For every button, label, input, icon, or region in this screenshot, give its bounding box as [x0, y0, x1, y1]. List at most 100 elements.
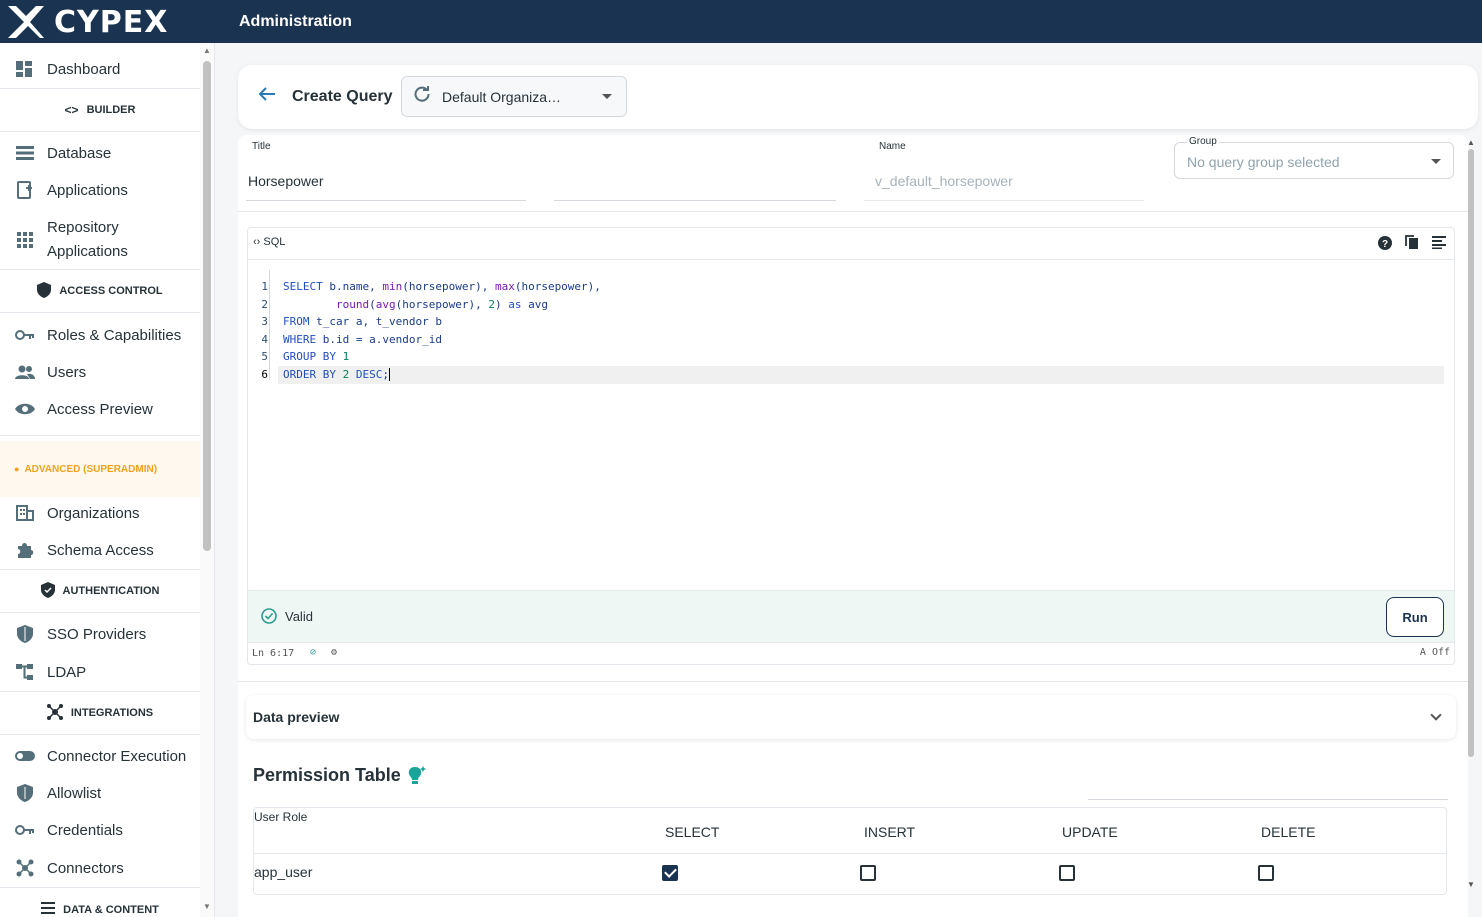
help-icon[interactable]: ? — [1377, 235, 1392, 250]
scrollbar-thumb[interactable] — [203, 61, 211, 551]
sidebar-item-organizations[interactable]: Organizations — [0, 501, 200, 525]
check-icon[interactable]: ⊘ — [310, 647, 316, 658]
settings-icon[interactable]: ⚙ — [331, 647, 337, 658]
user-role-header: User Role — [254, 810, 308, 824]
name-underline — [864, 200, 1144, 201]
section-access-control: ACCESS CONTROL — [0, 269, 200, 313]
editor-header: ‹› SQL ? — [248, 228, 1454, 260]
section-label: BUILDER — [86, 104, 136, 116]
code-line: 3 FROM t_car a, t_vendor b — [248, 313, 1454, 331]
section-authentication: AUTHENTICATION — [0, 569, 200, 613]
insert-checkbox[interactable] — [860, 865, 876, 881]
content-scrollbar[interactable]: ▲ ▼ — [1464, 135, 1478, 895]
name-field: Name v_default_horsepower — [858, 141, 1148, 203]
main-area: Create Query Default Organiza… Title Hor… — [216, 43, 1482, 917]
sidebar-item-label: Allowlist — [47, 784, 102, 802]
valid-label: Valid — [285, 608, 313, 624]
group-select[interactable]: Group No query group selected — [1174, 136, 1454, 179]
sql-editor[interactable]: ‹› SQL ? 1 SELECT b.name, min(horsepower)… — [247, 227, 1455, 665]
sidebar-item-credentials[interactable]: Credentials — [0, 818, 200, 842]
sidebar-item-label: Credentials — [47, 821, 123, 839]
update-checkbox[interactable] — [1059, 865, 1075, 881]
hub-icon — [46, 703, 63, 723]
sidebar-item-label: Applications — [47, 243, 128, 260]
sidebar-item-sso[interactable]: SSO Providers — [0, 622, 200, 646]
scroll-up-icon[interactable]: ▲ — [203, 46, 211, 55]
section-integrations: INTEGRATIONS — [0, 691, 200, 735]
sidebar-item-allowlist[interactable]: Allowlist — [0, 781, 200, 805]
sidebar-item-connector-execution[interactable]: Connector Execution — [0, 744, 200, 768]
sidebar-item-label: Roles & Capabilities — [47, 326, 182, 344]
delete-checkbox[interactable] — [1258, 865, 1274, 881]
column-header-insert: INSERT — [864, 824, 916, 840]
code-area[interactable]: 1 SELECT b.name, min(horsepower), max(hor… — [248, 278, 1454, 384]
scroll-up-icon[interactable]: ▲ — [1467, 138, 1475, 147]
sidebar-item-applications[interactable]: Applications — [0, 178, 200, 202]
organization-value: Default Organiza… — [442, 88, 562, 105]
back-arrow-icon[interactable] — [258, 85, 276, 108]
chevron-down-icon[interactable] — [1430, 709, 1442, 721]
refresh-icon[interactable] — [414, 86, 430, 107]
data-preview-panel[interactable]: Data preview — [246, 695, 1456, 739]
sidebar-item-database[interactable]: Database — [0, 141, 200, 165]
sidebar-item-ldap[interactable]: LDAP — [0, 660, 200, 684]
list-icon — [41, 902, 56, 917]
sidebar-item-repository-applications[interactable]: Repository Applications — [0, 215, 200, 265]
grid-icon — [14, 231, 36, 249]
cursor-position: Ln 6:17 — [252, 648, 295, 659]
sql-tag: ‹› SQL — [253, 236, 285, 248]
text-icon: A — [1419, 647, 1432, 658]
sidebar-item-label: Users — [47, 363, 87, 381]
puzzle-icon — [14, 541, 36, 559]
empty-field[interactable] — [546, 141, 836, 203]
data-preview-title: Data preview — [253, 709, 340, 725]
line-number: 6 — [261, 367, 268, 381]
application-icon — [14, 181, 36, 199]
eye-icon — [14, 400, 36, 418]
sidebar-item-label: Repository — [47, 219, 119, 236]
scroll-down-icon[interactable]: ▼ — [203, 902, 211, 911]
check-circle-icon — [261, 608, 277, 624]
code-line-current: 6 ORDER BY 2 DESC; — [261, 365, 1444, 384]
format-icon[interactable] — [1431, 235, 1446, 250]
code-line: 2 round(avg(horsepower), 2) as avg — [248, 296, 1454, 314]
lightbulb-icon[interactable] — [406, 764, 428, 791]
code-line: 5 GROUP BY 1 — [248, 348, 1454, 366]
users-icon — [14, 363, 36, 381]
organization-select[interactable]: Default Organiza… — [401, 76, 627, 117]
copy-icon[interactable] — [1404, 235, 1419, 250]
scrollbar-thumb[interactable] — [1468, 149, 1474, 757]
section-advanced: ● ADVANCED (SUPERADMIN) — [0, 441, 200, 497]
section-label: AUTHENTICATION — [62, 585, 160, 597]
toggle-icon — [14, 747, 36, 765]
sidebar-item-roles[interactable]: Roles & Capabilities — [0, 323, 200, 347]
code-icon: <> — [64, 103, 79, 117]
sidebar-item-label: SSO Providers — [47, 625, 147, 643]
title-value[interactable]: Horsepower — [248, 173, 323, 189]
autocomplete-toggle[interactable]: A Off — [1420, 647, 1450, 658]
sql-tag-label: SQL — [263, 236, 286, 248]
sidebar-item-label: LDAP — [47, 663, 87, 681]
code-icon: ‹› — [253, 236, 264, 248]
sidebar-item-label-group: Repository Applications — [47, 216, 128, 264]
title-field[interactable]: Title Horsepower — [238, 141, 528, 203]
code-line: 4 WHERE b.id = a.vendor_id — [248, 331, 1454, 349]
sidebar-item-access-preview[interactable]: Access Preview — [0, 397, 200, 421]
scroll-down-icon[interactable]: ▼ — [1467, 880, 1475, 889]
sidebar-item-schema-access[interactable]: Schema Access — [0, 538, 200, 562]
cypex-logo[interactable]: CYPEX — [6, 3, 226, 41]
line-number: 5 — [261, 350, 268, 364]
column-header-select: SELECT — [665, 824, 720, 840]
sidebar-scrollbar[interactable]: ▲ ▼ — [200, 43, 214, 917]
line-number: 2 — [261, 297, 268, 311]
line-number: 1 — [261, 280, 268, 293]
search-underline[interactable] — [1088, 799, 1448, 800]
select-checkbox[interactable] — [662, 865, 678, 881]
run-button[interactable]: Run — [1386, 597, 1444, 637]
sidebar-item-dashboard[interactable]: Dashboard — [0, 57, 200, 81]
key-icon — [14, 821, 36, 839]
sidebar-item-users[interactable]: Users — [0, 360, 200, 384]
database-icon — [14, 144, 36, 162]
sidebar-item-connectors[interactable]: Connectors — [0, 856, 200, 880]
hub-icon — [14, 859, 36, 877]
